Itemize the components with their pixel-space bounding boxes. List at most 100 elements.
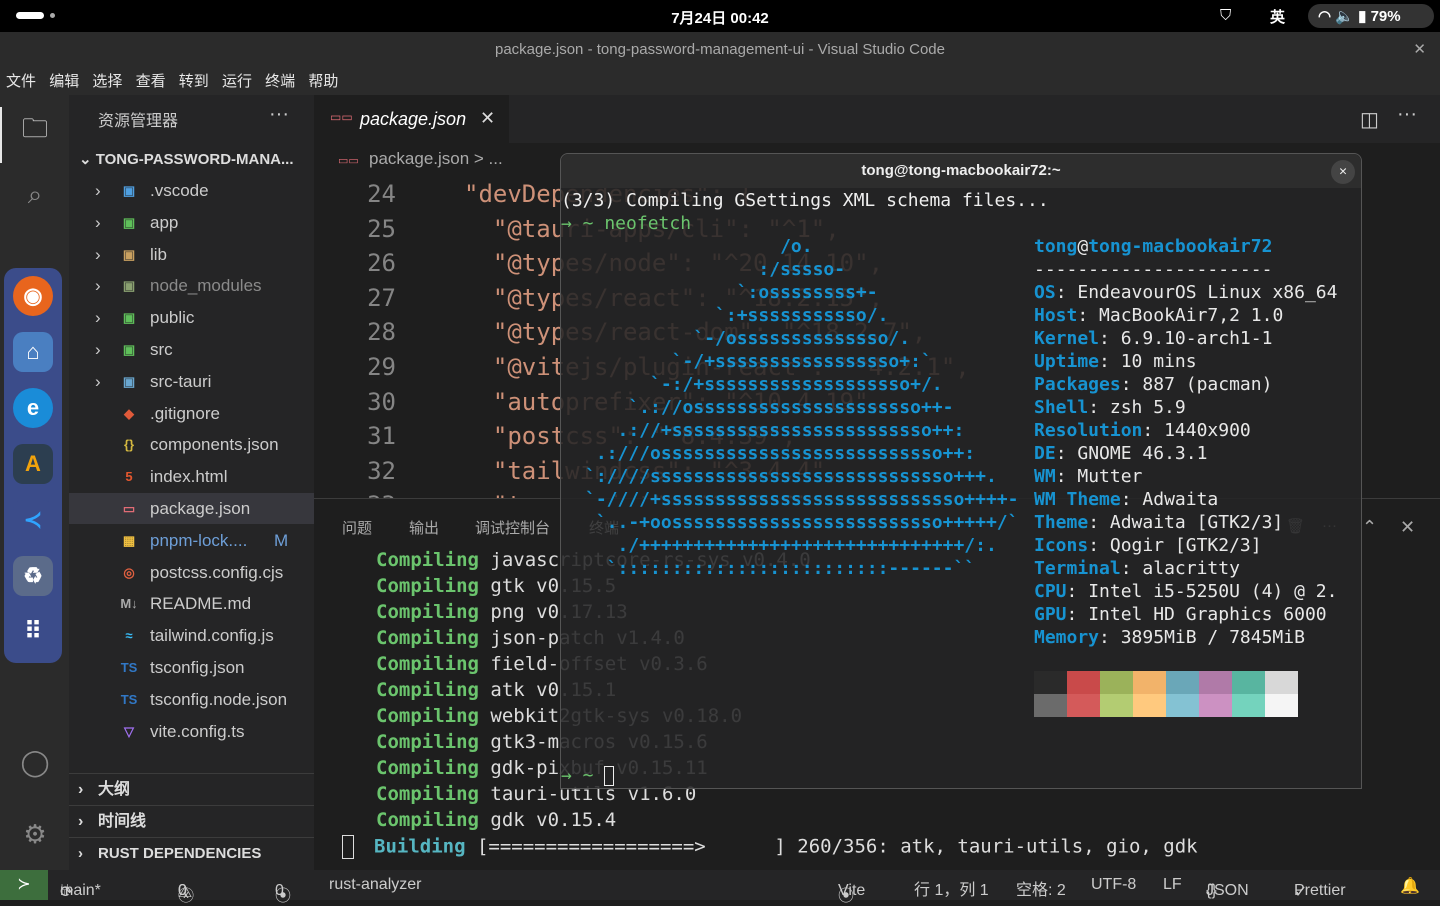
- manage-gear-icon[interactable]: ⚙: [18, 817, 52, 851]
- info-value: Adwaita [GTK2/3]: [1109, 512, 1284, 533]
- tab-debug-console[interactable]: 调试控制台: [475, 517, 550, 538]
- search-icon[interactable]: ⌕: [18, 177, 52, 211]
- alacritty-icon[interactable]: A: [13, 444, 53, 484]
- close-panel-icon[interactable]: ✕: [1400, 517, 1415, 538]
- breadcrumb-text[interactable]: package.json > ...: [369, 149, 503, 169]
- menu-file[interactable]: 文件: [6, 68, 36, 95]
- file-tree-item[interactable]: › ▣ src-tauri: [69, 366, 314, 397]
- app-grid-icon[interactable]: ⠿: [13, 612, 53, 652]
- menu-edit[interactable]: 编辑: [49, 68, 79, 95]
- crate-name: gdk v0.15.4: [490, 809, 617, 831]
- cargo-verb: Compiling: [376, 627, 479, 649]
- trash-icon[interactable]: ♻: [13, 556, 53, 596]
- tab-package-json[interactable]: ▭▭ package.json ✕: [314, 95, 509, 143]
- info-value: Intel i5-5250U (4) @ 2.: [1088, 581, 1338, 602]
- ascii-art-line: `-/ossssssssssssso/.: [585, 328, 911, 349]
- palette-swatch: [1034, 694, 1067, 717]
- chevron-right-icon: ›: [95, 181, 101, 200]
- ascii-art-line: `..-+oosssssssssssssssssssssssso+++++/`: [585, 512, 1019, 533]
- close-alacritty-icon[interactable]: ✕: [1331, 160, 1355, 184]
- file-tree-item[interactable]: › ▣ lib: [69, 239, 314, 270]
- rust-analyzer-status[interactable]: rust-analyzer: [329, 876, 421, 894]
- file-tree-item[interactable]: M↓ README.md: [69, 588, 314, 619]
- tab-output[interactable]: 输出: [409, 517, 439, 538]
- menu-run[interactable]: 运行: [222, 68, 252, 95]
- encoding[interactable]: UTF-8: [1091, 876, 1136, 894]
- file-name: app: [150, 212, 179, 232]
- colon: :: [1099, 328, 1121, 349]
- file-tree-item[interactable]: TS tsconfig.json: [69, 652, 314, 683]
- file-tree-item[interactable]: › ▣ node_modules: [69, 270, 314, 301]
- input-method-indicator[interactable]: 英: [1270, 6, 1285, 27]
- outline-section[interactable]: › 大纲: [69, 773, 314, 805]
- info-value: 887 (pacman): [1142, 374, 1273, 395]
- info-key: Terminal: [1034, 558, 1121, 579]
- indentation[interactable]: 空格: 2: [1016, 876, 1066, 900]
- account-icon[interactable]: ◯: [18, 745, 52, 779]
- palette-swatch: [1100, 694, 1133, 717]
- info-row: OS: EndeavourOS Linux x86_64: [1034, 282, 1337, 303]
- timeline-section[interactable]: › 时间线: [69, 805, 314, 837]
- shield-icon[interactable]: ⛉: [1220, 7, 1231, 24]
- split-editor-icon[interactable]: ◫: [1360, 107, 1379, 132]
- ascii-art-line: `-/+sssssssssssssssso+:`: [585, 351, 932, 372]
- info-row: WM Theme: Adwaita: [1034, 489, 1218, 510]
- vscode-icon[interactable]: ≺: [13, 500, 53, 540]
- file-tree-item[interactable]: TS tsconfig.node.json: [69, 684, 314, 715]
- edge-browser-icon[interactable]: e: [13, 388, 53, 428]
- tab-problems[interactable]: 问题: [342, 517, 372, 538]
- file-tree-item[interactable]: › ▣ .vscode: [69, 175, 314, 206]
- file-tree-item[interactable]: ◎ postcss.config.cjs: [69, 557, 314, 588]
- menu-terminal[interactable]: 终端: [265, 68, 295, 95]
- chevron-right-icon: ›: [95, 340, 101, 359]
- user: tong: [1034, 236, 1078, 257]
- file-tree-item[interactable]: ▭ package.json: [69, 493, 314, 524]
- project-root[interactable]: ⌄ TONG-PASSWORD-MANA...: [79, 150, 311, 168]
- more-actions-icon[interactable]: ···: [269, 103, 289, 126]
- close-window-icon[interactable]: ✕: [1413, 32, 1426, 68]
- palette-swatch: [1232, 671, 1265, 694]
- system-status-area[interactable]: ◠ 🔈 ▮ 79%: [1308, 4, 1434, 28]
- info-row: Theme: Adwaita [GTK2/3]: [1034, 512, 1283, 533]
- build-progress-line: Building [==================> ] 260/356:…: [342, 835, 1198, 859]
- file-tree-item[interactable]: {} components.json: [69, 429, 314, 460]
- alacritty-window[interactable]: tong@tong-macbookair72:~ ✕ (3/3) Compili…: [560, 153, 1362, 789]
- files-icon[interactable]: ⌂: [13, 332, 53, 372]
- info-key: CPU: [1034, 581, 1067, 602]
- file-tree-item[interactable]: ▦ pnpm-lock.... M: [69, 525, 314, 556]
- file-tree-item[interactable]: ≈ tailwind.config.js: [69, 620, 314, 651]
- info-row: GPU: Intel HD Graphics 6000: [1034, 604, 1327, 625]
- palette-swatch: [1166, 694, 1199, 717]
- maximize-panel-icon[interactable]: ⌃: [1362, 517, 1377, 538]
- menu-view[interactable]: 查看: [136, 68, 166, 95]
- rust-dependencies-section[interactable]: › RUST DEPENDENCIES: [69, 837, 314, 869]
- file-tree-item[interactable]: ▽ vite.config.ts: [69, 716, 314, 747]
- file-name: components.json: [150, 435, 279, 455]
- line-number: 24: [367, 180, 396, 208]
- close-tab-icon[interactable]: ✕: [480, 108, 495, 129]
- notifications-bell-icon[interactable]: 🔔: [1400, 876, 1420, 896]
- menu-selection[interactable]: 选择: [92, 68, 122, 95]
- editor-more-icon[interactable]: ···: [1397, 103, 1417, 126]
- file-tree-item[interactable]: › ▣ app: [69, 207, 314, 238]
- file-icon: ◎: [123, 564, 135, 580]
- file-tree-item[interactable]: 5 index.html: [69, 461, 314, 492]
- file-tree-item[interactable]: › ▣ public: [69, 302, 314, 333]
- colon: :: [1088, 512, 1110, 533]
- info-row: DE: GNOME 46.3.1: [1034, 443, 1207, 464]
- firefox-icon[interactable]: ◉: [13, 276, 53, 316]
- line-number: 27: [367, 283, 396, 312]
- explorer-icon[interactable]: 🗀: [18, 111, 52, 145]
- chevron-right-icon: ›: [95, 244, 101, 264]
- file-name: public: [150, 308, 195, 328]
- file-tree-item[interactable]: › ▣ src: [69, 334, 314, 365]
- cursor-position[interactable]: 行 1，列 1: [914, 876, 989, 900]
- timeline-label: 时间线: [98, 813, 147, 830]
- menu-go[interactable]: 转到: [179, 68, 209, 95]
- menu-help[interactable]: 帮助: [308, 68, 338, 95]
- file-tree-item[interactable]: ◆ .gitignore: [69, 398, 314, 429]
- info-value: MacBookAir7,2 1.0: [1099, 305, 1284, 326]
- menu-bar: 文件 编辑 选择 查看 转到 运行 终端 帮助: [0, 68, 1440, 95]
- remote-icon[interactable]: ≻: [0, 870, 48, 900]
- line-ending[interactable]: LF: [1163, 876, 1182, 894]
